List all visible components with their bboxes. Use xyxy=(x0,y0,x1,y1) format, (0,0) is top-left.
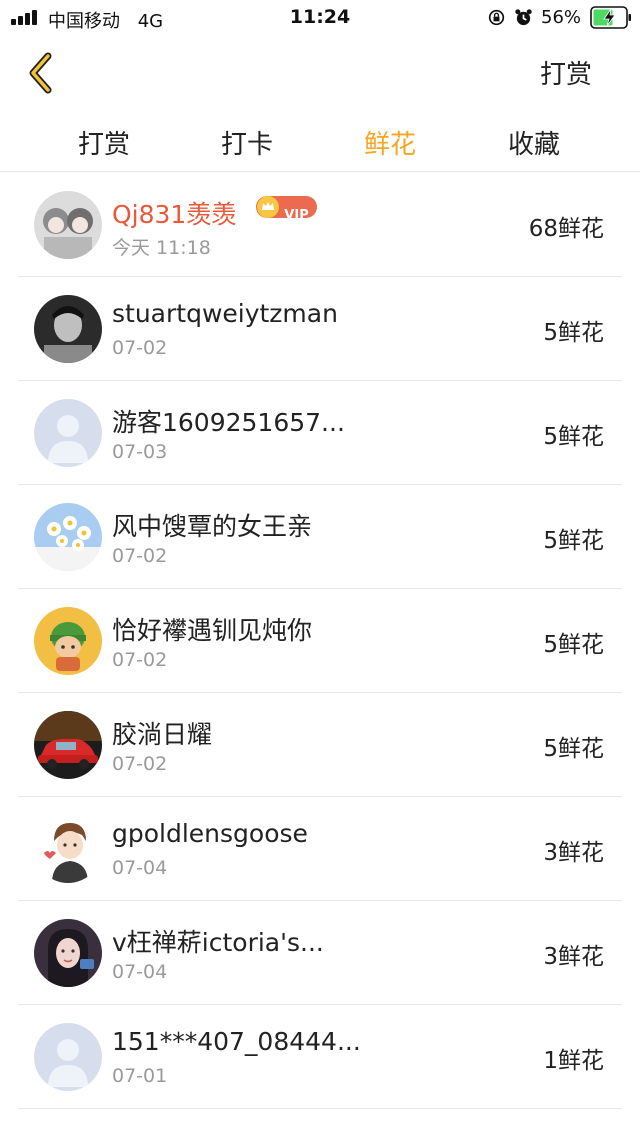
tab-favorites[interactable]: 收藏 xyxy=(474,124,594,161)
user-name: v枉禅菥ictoria's... xyxy=(112,928,324,957)
avatar xyxy=(34,815,102,883)
anime-pair-avatar-icon xyxy=(34,191,102,259)
user-name: 风中馊覃的女王亲 xyxy=(112,512,313,541)
list-item[interactable]: stuartqweiytzman 07-02 5鲜花 xyxy=(0,277,640,381)
list-item[interactable]: 游客1609251657... 07-03 5鲜花 xyxy=(0,381,640,485)
avatar xyxy=(34,1023,102,1091)
item-date: 07-02 xyxy=(112,545,168,567)
list-item[interactable]: 胶淌日耀 07-02 5鲜花 xyxy=(0,693,640,797)
user-name: gpoldlensgoose xyxy=(112,819,308,848)
item-date: 07-04 xyxy=(112,961,168,983)
avatar xyxy=(34,919,102,987)
avatar xyxy=(34,191,102,259)
tab-flowers[interactable]: 鲜花 xyxy=(330,124,450,161)
flower-count: 5鲜花 xyxy=(543,424,604,450)
chevron-left-icon xyxy=(29,52,52,94)
nav-bar: 打赏 xyxy=(0,40,640,108)
avatar xyxy=(34,711,102,779)
flower-count: 5鲜花 xyxy=(543,320,604,346)
tab-reward[interactable]: 打赏 xyxy=(44,124,164,161)
flower-count: 1鲜花 xyxy=(543,1048,604,1074)
avatar xyxy=(34,503,102,571)
user-name-text: Qj831羡羡 xyxy=(112,200,237,229)
item-date: 07-02 xyxy=(112,337,168,359)
flower-list: Qj831羡羡 VIP 今天 11:18 68鲜花 stuartqweiytzm… xyxy=(0,173,640,1109)
flower-count: 3鲜花 xyxy=(543,840,604,866)
flower-count: 5鲜花 xyxy=(543,632,604,658)
rotation-lock-icon xyxy=(488,9,505,26)
avatar xyxy=(34,399,102,467)
list-item[interactable]: Qj831羡羡 VIP 今天 11:18 68鲜花 xyxy=(0,173,640,277)
list-item[interactable]: v枉禅菥ictoria's... 07-04 3鲜花 xyxy=(0,901,640,1005)
girl-portrait-avatar-icon xyxy=(34,919,102,987)
list-item[interactable]: 恰好襻遇钏见炖你 07-02 5鲜花 xyxy=(0,589,640,693)
flower-count: 5鲜花 xyxy=(543,736,604,762)
cartoon-character-avatar-icon xyxy=(34,607,102,675)
user-name: stuartqweiytzman xyxy=(112,299,338,328)
user-name: Qj831羡羡 VIP xyxy=(112,195,317,231)
user-name: 胶淌日耀 xyxy=(112,720,213,749)
item-date: 07-02 xyxy=(112,753,168,775)
default-avatar-icon xyxy=(34,399,102,467)
portrait-avatar-icon xyxy=(34,295,102,363)
vip-badge: VIP xyxy=(256,196,317,223)
user-name: 游客1609251657... xyxy=(112,408,345,437)
avatar xyxy=(34,607,102,675)
default-avatar-icon xyxy=(34,1023,102,1091)
tab-checkin[interactable]: 打卡 xyxy=(187,124,307,161)
item-date: 07-04 xyxy=(112,857,168,879)
red-car-avatar-icon xyxy=(34,711,102,779)
daisy-flowers-avatar-icon xyxy=(34,503,102,571)
status-bar: 中国移动 4G 11:24 56% xyxy=(0,0,640,36)
battery-percentage: 56% xyxy=(541,7,582,28)
item-date: 07-03 xyxy=(112,441,168,463)
reward-button[interactable]: 打赏 xyxy=(540,54,592,91)
list-item[interactable]: 151***407_08444... 07-01 1鲜花 xyxy=(0,1005,640,1109)
flower-count: 68鲜花 xyxy=(528,216,604,242)
vip-label: VIP xyxy=(284,208,309,223)
user-name: 151***407_08444... xyxy=(112,1027,361,1056)
battery-charging-icon xyxy=(590,6,631,29)
item-date: 07-02 xyxy=(112,649,168,671)
item-date: 07-01 xyxy=(112,1065,168,1087)
tab-bar: 打赏 打卡 鲜花 收藏 xyxy=(0,110,640,172)
list-item[interactable]: gpoldlensgoose 07-04 3鲜花 xyxy=(0,797,640,901)
alarm-clock-icon xyxy=(515,9,532,26)
back-button[interactable] xyxy=(22,50,62,96)
item-date: 今天 11:18 xyxy=(112,237,211,259)
cartoon-boy-avatar-icon xyxy=(34,815,102,883)
user-name: 恰好襻遇钏见炖你 xyxy=(112,616,313,645)
crown-icon xyxy=(257,196,280,218)
flower-count: 3鲜花 xyxy=(543,944,604,970)
flower-count: 5鲜花 xyxy=(543,528,604,554)
avatar xyxy=(34,295,102,363)
list-item[interactable]: 风中馊覃的女王亲 07-02 5鲜花 xyxy=(0,485,640,589)
